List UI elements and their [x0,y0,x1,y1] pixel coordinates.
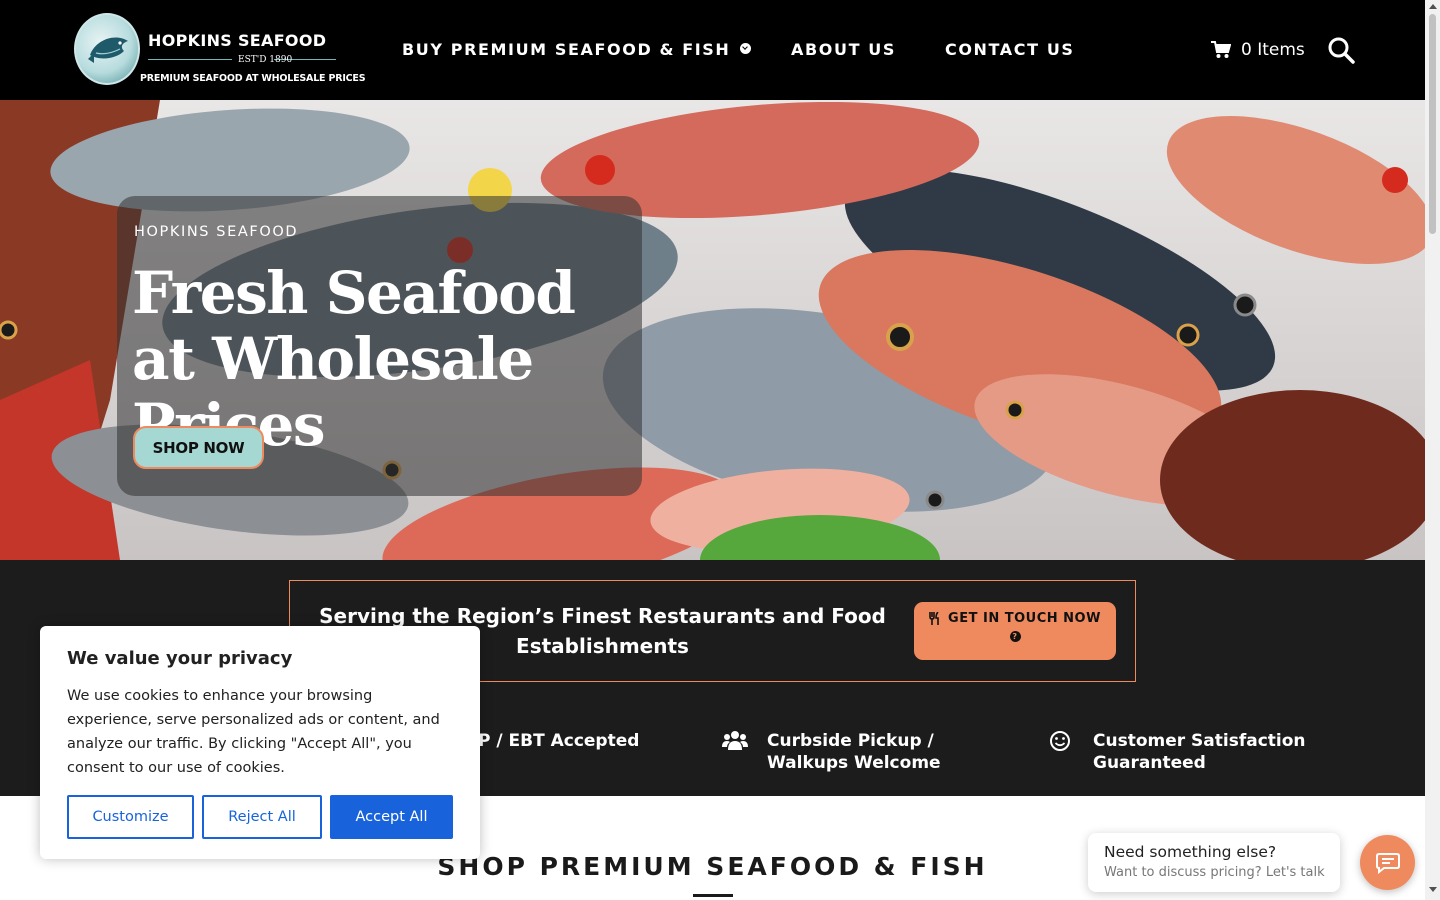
feature-curbside: Curbside Pickup / Walkups Welcome [722,730,1017,774]
smile-icon [1050,731,1070,751]
page-scrollbar[interactable] [1425,0,1440,900]
logo-emblem [74,13,140,85]
chat-prompt[interactable]: Need something else? Want to discuss pri… [1088,833,1340,892]
cart-link[interactable]: 0 Items [1211,38,1305,62]
accept-all-button[interactable]: Accept All [330,795,453,839]
cookie-title: We value your privacy [67,648,293,669]
scroll-up-arrow[interactable] [1429,4,1437,9]
hero-banner: HOPKINS SEAFOOD Fresh Seafood at Wholesa… [0,100,1425,560]
feature-satisfaction-text: Customer Satisfaction Guaranteed [1093,731,1306,773]
users-icon [722,731,748,750]
chat-prompt-title: Need something else? [1104,843,1277,861]
reject-all-button[interactable]: Reject All [202,795,322,839]
scroll-thumb[interactable] [1429,14,1436,234]
get-in-touch-label: GET IN TOUCH NOW [948,611,1101,626]
chat-launcher-button[interactable] [1360,835,1415,890]
feature-snap-ebt: P / EBT Accepted [478,731,640,751]
site-logo[interactable]: HOPKINS SEAFOOD EST'D 1890 PREMIUM SEAFO… [74,13,366,87]
scroll-down-arrow[interactable] [1429,887,1437,892]
heading-underline [693,894,733,897]
chat-icon [1375,852,1400,874]
hero-card: HOPKINS SEAFOOD Fresh Seafood at Wholesa… [117,196,642,496]
cookie-text: We use cookies to enhance your browsing … [67,688,440,776]
logo-title: HOPKINS SEAFOOD [148,31,327,50]
logo-tagline: PREMIUM SEAFOOD AT WHOLESALE PRICES [140,73,366,84]
fish-icon [88,37,128,63]
shop-now-button[interactable]: SHOP NOW [133,426,264,469]
cart-count: 0 Items [1241,40,1305,60]
hero-kicker: HOPKINS SEAFOOD [134,224,299,240]
chevron-down-icon [740,43,752,54]
feature-curbside-text: Curbside Pickup / Walkups Welcome [767,731,941,773]
get-in-touch-button[interactable]: GET IN TOUCH NOW ? [914,602,1116,660]
site-header: HOPKINS SEAFOOD EST'D 1890 PREMIUM SEAFO… [0,0,1425,100]
nav-contact-us[interactable]: CONTACT US [945,40,1075,59]
utensils-icon [929,612,939,625]
customize-button[interactable]: Customize [67,795,194,839]
feature-satisfaction: Customer Satisfaction Guaranteed [1049,730,1323,774]
search-icon[interactable] [1327,36,1355,64]
question-circle-icon: ? [1009,631,1021,642]
nav-about-us[interactable]: ABOUT US [791,40,896,59]
chat-prompt-subtitle: Want to discuss pricing? Let's talk [1104,865,1325,880]
nav-shop-seafood[interactable]: BUY PREMIUM SEAFOOD & FISH [402,40,752,59]
logo-established: EST'D 1890 [238,55,293,65]
cookie-consent-dialog: We value your privacy We use cookies to … [40,626,480,859]
shopping-cart-icon [1211,41,1231,58]
nav-shop-label: BUY PREMIUM SEAFOOD & FISH [402,40,731,59]
